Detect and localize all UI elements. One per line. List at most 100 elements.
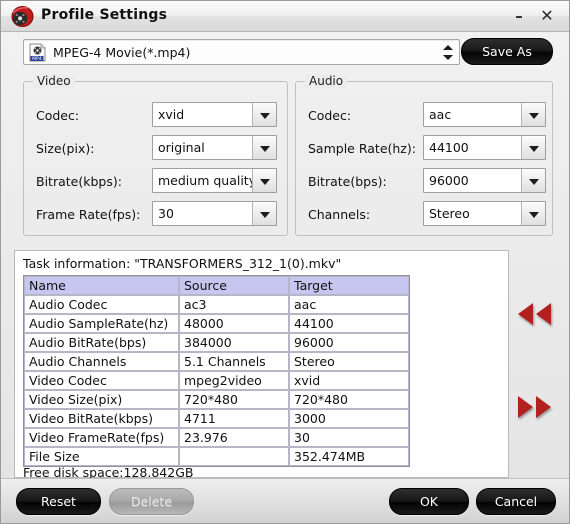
table-cell: ac3 — [179, 295, 289, 314]
close-button[interactable]: ✕ — [537, 6, 557, 26]
previous-profile-button[interactable] — [517, 301, 557, 329]
table-header-row: Name Source Target — [24, 276, 409, 295]
window-title: Profile Settings — [41, 7, 168, 23]
table-cell: 23.976 — [179, 428, 289, 447]
table-cell: Video Size(pix) — [24, 390, 179, 409]
profile-selector-row: MP4 MPEG-4 Movie(*.mp4) Save As — [1, 32, 569, 72]
table-cell: 3000 — [289, 409, 409, 428]
video-framerate-label: Frame Rate(fps): — [36, 207, 141, 222]
video-group-legend: Video — [33, 74, 75, 88]
double-right-arrow-icon-second — [536, 396, 551, 418]
double-left-arrow-icon — [518, 303, 533, 325]
ok-button[interactable]: OK — [389, 488, 469, 515]
video-bitrate-combobox[interactable]: medium quality — [152, 168, 277, 193]
chevron-down-icon — [252, 202, 276, 225]
table-cell: Audio BitRate(bps) — [24, 333, 179, 352]
table-row[interactable]: Video Codec mpeg2video xvid — [24, 371, 409, 390]
table-row[interactable]: Audio SampleRate(hz) 48000 44100 — [24, 314, 409, 333]
chevron-down-icon — [252, 169, 276, 192]
table-cell: 352.474MB — [289, 447, 409, 466]
audio-codec-value: aac — [429, 107, 452, 122]
table-cell: 30 — [289, 428, 409, 447]
delete-button: Delete — [109, 488, 194, 515]
audio-channels-value: Stereo — [429, 206, 470, 221]
table-cell: Video Codec — [24, 371, 179, 390]
video-size-value: original — [158, 140, 205, 155]
table-cell: aac — [289, 295, 409, 314]
audio-samplerate-combobox[interactable]: 44100 — [423, 135, 546, 160]
audio-channels-combobox[interactable]: Stereo — [423, 201, 546, 226]
table-row[interactable]: Audio Codec ac3 aac — [24, 295, 409, 314]
task-information-table: Name Source Target Audio Codec ac3 aac Audi… — [23, 275, 410, 467]
disc-app-icon — [11, 5, 34, 28]
double-right-arrow-icon — [518, 396, 533, 418]
task-information-panel: Task information: "TRANSFORMERS_312_1(0)… — [14, 250, 509, 480]
column-header-target: Target — [289, 276, 409, 295]
video-codec-value: xvid — [158, 107, 185, 122]
table-row[interactable]: Video Size(pix) 720*480 720*480 — [24, 390, 409, 409]
audio-samplerate-value: 44100 — [429, 140, 469, 155]
table-row[interactable]: Audio Channels 5.1 Channels Stereo — [24, 352, 409, 371]
profile-settings-dialog: Profile Settings – ✕ MP4 MPEG-4 Movie(*.… — [0, 0, 570, 524]
profile-spinner-icon[interactable] — [440, 43, 455, 62]
table-row[interactable]: Video BitRate(kbps) 4711 3000 — [24, 409, 409, 428]
table-cell: 96000 — [289, 333, 409, 352]
chevron-down-icon — [521, 202, 545, 225]
chevron-down-icon — [521, 136, 545, 159]
chevron-up-icon — [443, 45, 453, 50]
audio-codec-combobox[interactable]: aac — [423, 102, 546, 127]
chevron-down-icon — [521, 103, 545, 126]
table-cell: Video FrameRate(fps) — [24, 428, 179, 447]
table-cell: 5.1 Channels — [179, 352, 289, 371]
table-cell: Audio Channels — [24, 352, 179, 371]
table-row[interactable]: File Size 352.474MB — [24, 447, 409, 466]
audio-codec-label: Codec: — [308, 108, 352, 123]
audio-samplerate-label: Sample Rate(hz): — [308, 141, 416, 156]
svg-text:MP4: MP4 — [32, 56, 42, 62]
table-cell: 720*480 — [179, 390, 289, 409]
audio-bitrate-label: Bitrate(bps): — [308, 174, 387, 189]
table-row[interactable]: Audio BitRate(bps) 384000 96000 — [24, 333, 409, 352]
chevron-down-icon — [252, 136, 276, 159]
audio-channels-label: Channels: — [308, 207, 371, 222]
table-cell: Stereo — [289, 352, 409, 371]
video-bitrate-value: medium quality — [158, 173, 257, 188]
table-cell: 44100 — [289, 314, 409, 333]
table-cell: 4711 — [179, 409, 289, 428]
reset-button[interactable]: Reset — [16, 488, 101, 515]
minimize-button[interactable]: – — [509, 6, 529, 26]
audio-group: Audio Codec: aac Sample Rate(hz): 44100 … — [295, 74, 553, 236]
profile-selected-value: MPEG-4 Movie(*.mp4) — [53, 45, 191, 60]
video-bitrate-label: Bitrate(kbps): — [36, 174, 122, 189]
table-cell: 384000 — [179, 333, 289, 352]
table-cell: xvid — [289, 371, 409, 390]
chevron-down-icon — [252, 103, 276, 126]
task-information-title: Task information: "TRANSFORMERS_312_1(0)… — [23, 256, 342, 271]
table-cell: 48000 — [179, 314, 289, 333]
next-profile-button[interactable] — [517, 394, 557, 422]
save-as-button[interactable]: Save As — [461, 38, 553, 65]
video-framerate-combobox[interactable]: 30 — [152, 201, 277, 226]
chevron-down-icon — [521, 169, 545, 192]
double-left-arrow-icon-second — [536, 303, 551, 325]
table-cell: mpeg2video — [179, 371, 289, 390]
video-framerate-value: 30 — [158, 206, 174, 221]
table-cell: Audio SampleRate(hz) — [24, 314, 179, 333]
title-bar: Profile Settings – ✕ — [1, 1, 569, 32]
audio-bitrate-value: 96000 — [429, 173, 469, 188]
table-cell: Video BitRate(kbps) — [24, 409, 179, 428]
table-row[interactable]: Video FrameRate(fps) 23.976 30 — [24, 428, 409, 447]
video-codec-label: Codec: — [36, 108, 80, 123]
video-group: Video Codec: xvid Size(pix): original Bi… — [23, 74, 288, 236]
video-size-label: Size(pix): — [36, 141, 95, 156]
video-codec-combobox[interactable]: xvid — [152, 102, 277, 127]
column-header-source: Source — [179, 276, 289, 295]
table-cell — [179, 447, 289, 466]
audio-group-legend: Audio — [305, 74, 348, 88]
video-size-combobox[interactable]: original — [152, 135, 277, 160]
profile-combobox[interactable]: MP4 MPEG-4 Movie(*.mp4) — [23, 39, 460, 65]
mp4-file-icon: MP4 — [29, 43, 46, 62]
table-cell: Audio Codec — [24, 295, 179, 314]
cancel-button[interactable]: Cancel — [476, 488, 556, 515]
audio-bitrate-combobox[interactable]: 96000 — [423, 168, 546, 193]
